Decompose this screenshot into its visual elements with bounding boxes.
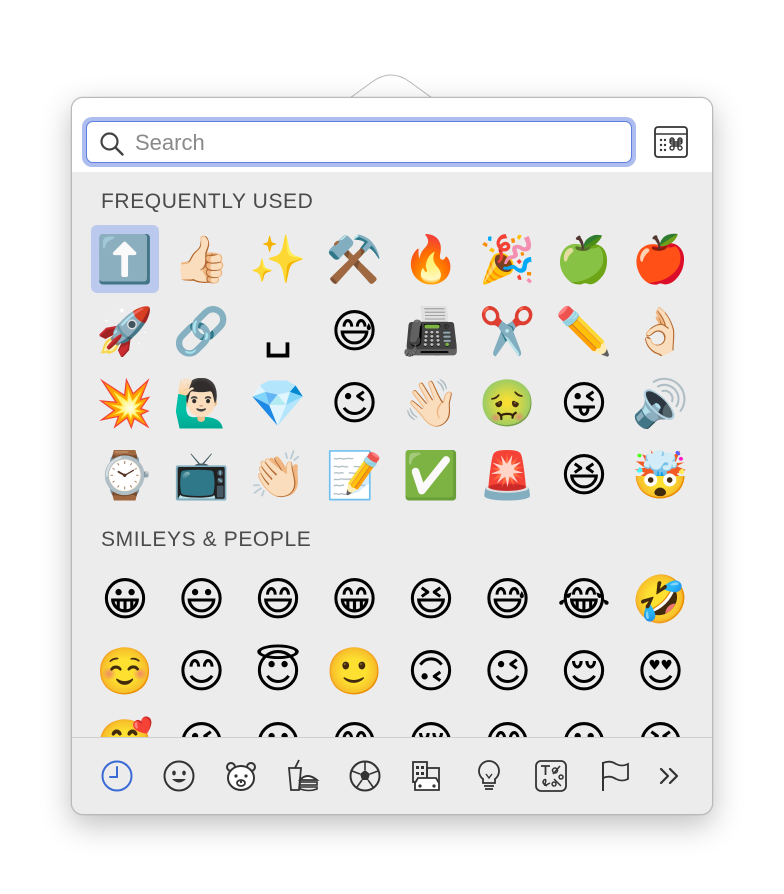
section-header-smileys-people: SMILEYS & PEOPLE [101, 528, 312, 551]
emoji-cell[interactable]: 😁 [321, 565, 389, 633]
emoji-cell[interactable]: 🥰 [91, 709, 159, 737]
emoji-cell[interactable]: ␣ [244, 297, 312, 365]
food-icon [288, 759, 320, 792]
travel-icon [412, 761, 440, 791]
emoji-cell[interactable]: 🔥 [397, 225, 465, 293]
emoji-cell[interactable]: 😅 [474, 565, 542, 633]
emoji-cell[interactable]: 😊 [168, 637, 236, 705]
flag-icon [602, 760, 629, 791]
animal-icon [226, 762, 256, 791]
emoji-cell[interactable]: 👌🏻 [627, 297, 695, 365]
emoji-cell[interactable]: 👍🏻 [168, 225, 236, 293]
search-bar [72, 98, 712, 172]
emoji-cell[interactable]: 😗 [244, 709, 312, 737]
ball-icon [349, 760, 381, 792]
emoji-cell[interactable]: ⬆️ [91, 225, 159, 293]
emoji-cell[interactable]: 😆 [397, 565, 465, 633]
emoji-cell[interactable]: 🚨 [474, 441, 542, 509]
emoji-cell[interactable]: 😋 [474, 709, 542, 737]
category-symbols[interactable] [533, 758, 569, 794]
character-viewer-button[interactable] [654, 126, 688, 158]
emoji-cell[interactable]: 📝 [321, 441, 389, 509]
emoji-cell[interactable]: 😂 [550, 565, 618, 633]
emoji-cell[interactable]: ⌚ [91, 441, 159, 509]
emoji-cell[interactable]: 💎 [244, 369, 312, 437]
emoji-cell[interactable]: ✂️ [474, 297, 542, 365]
emoji-cell[interactable]: 📺 [168, 441, 236, 509]
bulb-icon [478, 760, 500, 790]
emoji-cell[interactable]: ⚒️ [321, 225, 389, 293]
search-input[interactable] [135, 126, 615, 160]
emoji-cell[interactable]: 🚀 [91, 297, 159, 365]
emoji-cell[interactable]: 👏🏻 [244, 441, 312, 509]
category-flags[interactable] [595, 758, 631, 794]
emoji-cell[interactable]: 😄 [244, 565, 312, 633]
emoji-cell[interactable]: 😚 [397, 709, 465, 737]
emoji-cell[interactable]: 😇 [244, 637, 312, 705]
category-activity[interactable] [347, 758, 383, 794]
emoji-cell[interactable]: 🤢 [474, 369, 542, 437]
emoji-cell[interactable]: 🍎 [627, 225, 695, 293]
emoji-cell[interactable]: 😀 [91, 565, 159, 633]
emoji-cell[interactable]: 🤯 [627, 441, 695, 509]
smileys-people-grid: 😀😃😄😁😆😅😂🤣 ☺️😊😇🙂🙃😉😌😍 🥰 😘 😗 😙 😚 😋 😛 😝 [91, 565, 695, 737]
emoji-cell[interactable]: ☺️ [91, 637, 159, 705]
emoji-cell[interactable]: 🎉 [474, 225, 542, 293]
emoji-cell[interactable]: 📠 [397, 297, 465, 365]
category-animals[interactable] [223, 758, 259, 794]
category-smileys[interactable] [161, 758, 197, 794]
frequently-used-grid: ⬆️ 👍🏻 ✨ ⚒️ 🔥 🎉 🍏 🍎 🚀 🔗 ␣ 😅 📠 ✂️ ✏️ 👌🏻 💥 🙋🏻‍♂️ 💎 😉 👋🏻 🤢 😜 🔊 ⌚ 📺 👏🏻 📝… [91, 225, 695, 509]
emoji-cell[interactable]: 😃 [168, 565, 236, 633]
emoji-cell[interactable]: ✏️ [550, 297, 618, 365]
emoji-cell[interactable]: 😝 [627, 709, 695, 737]
search-focus-ring [82, 117, 636, 167]
emoji-cell[interactable]: 🙃 [397, 637, 465, 705]
recent-icon [101, 760, 133, 792]
category-travel[interactable] [409, 758, 445, 794]
emoji-cell[interactable]: 🍏 [550, 225, 618, 293]
emoji-cell[interactable]: 😌 [550, 637, 618, 705]
category-objects[interactable] [471, 758, 507, 794]
category-bar [72, 737, 712, 814]
emoji-cell[interactable]: 😉 [474, 637, 542, 705]
more-icon [659, 767, 679, 785]
search-field[interactable] [86, 121, 632, 163]
emoji-cell[interactable]: 💥 [91, 369, 159, 437]
category-recent[interactable] [99, 758, 135, 794]
section-header-frequently-used: FREQUENTLY USED [101, 190, 314, 213]
emoji-scroll-area[interactable]: FREQUENTLY USED ⬆️ 👍🏻 ✨ ⚒️ 🔥 🎉 🍏 🍎 🚀 🔗 ␣ 😅 📠 ✂️ ✏️ 👌🏻 💥 🙋… [72, 172, 712, 737]
character-viewer-icon [654, 126, 688, 158]
emoji-cell[interactable]: 🤣 [627, 565, 695, 633]
emoji-cell[interactable]: 🙋🏻‍♂️ [168, 369, 236, 437]
emoji-cell[interactable]: 🔗 [168, 297, 236, 365]
symbols-icon [535, 760, 567, 792]
emoji-cell[interactable]: 👋🏻 [397, 369, 465, 437]
emoji-cell[interactable]: 😛 [550, 709, 618, 737]
emoji-cell[interactable]: 😘 [168, 709, 236, 737]
emoji-cell[interactable]: 🔊 [627, 369, 695, 437]
emoji-cell[interactable]: 😅 [321, 297, 389, 365]
emoji-cell[interactable]: 🙂 [321, 637, 389, 705]
emoji-cell[interactable]: 😆 [550, 441, 618, 509]
emoji-picker-popover: FREQUENTLY USED ⬆️👍🏻✨⚒️🔥🎉🍏🍎🚀🔗␣😅📠✂️✏️👌🏻💥🙋… [71, 97, 713, 815]
emoji-cell[interactable]: 😜 [550, 369, 618, 437]
emoji-cell[interactable]: ✅ [397, 441, 465, 509]
emoji-cell[interactable]: 😙 [321, 709, 389, 737]
category-more[interactable] [651, 758, 687, 794]
emoji-cell[interactable]: 😉 [321, 369, 389, 437]
emoji-cell[interactable]: 😍 [627, 637, 695, 705]
emoji-cell[interactable]: ✨ [244, 225, 312, 293]
search-icon [100, 132, 124, 156]
smiley-icon [163, 760, 195, 792]
category-food[interactable] [285, 758, 321, 794]
